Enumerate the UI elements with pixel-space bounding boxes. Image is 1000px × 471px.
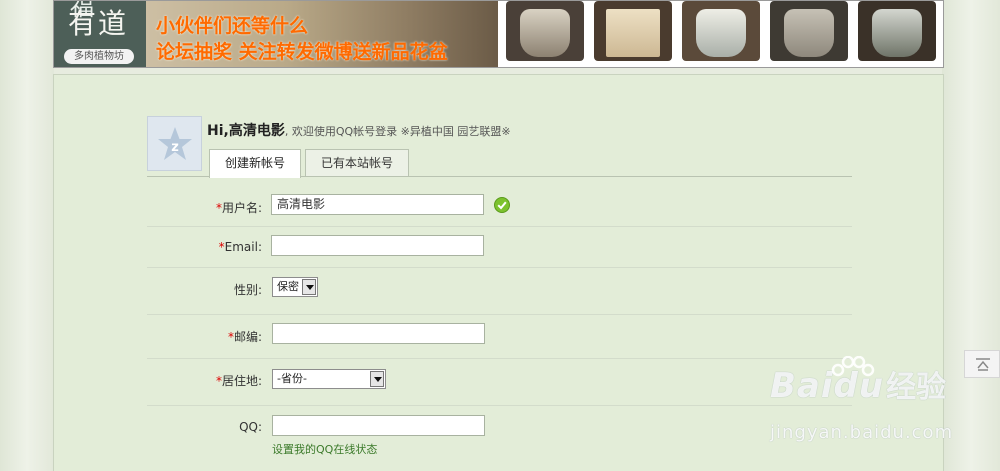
- greeting-message: , 欢迎使用QQ帐号登录 ※异植中国 园艺联盟※: [284, 125, 511, 138]
- promo-line-1: 小伙伴们还等什么: [156, 15, 309, 37]
- gender-select[interactable]: 保密: [272, 277, 318, 297]
- page-background-left: [0, 0, 54, 471]
- qq-register-panel: z Hi,高清电影, 欢迎使用QQ帐号登录 ※异植中国 园艺联盟※ 创建新帐号 …: [53, 74, 944, 471]
- gender-label: 性别:: [233, 283, 262, 297]
- watermark-brand: Bai: [770, 366, 834, 406]
- chevron-down-icon[interactable]: [302, 279, 316, 295]
- pot-image-4[interactable]: [770, 1, 848, 61]
- svg-text:z: z: [171, 140, 179, 155]
- pot-image-5[interactable]: [858, 1, 936, 61]
- chevron-down-icon[interactable]: [370, 371, 384, 387]
- page-background-right: [942, 0, 1000, 471]
- row-divider: [147, 405, 852, 406]
- promo-line-2: 论坛抽奖 关注转发微博送新品花盆: [156, 41, 448, 63]
- pot-image-1[interactable]: [506, 1, 584, 61]
- username-field[interactable]: 高清电影: [271, 194, 484, 215]
- promo-banner[interactable]: 小伙伴们还等什么 论坛抽奖 关注转发微博送新品花盆: [146, 1, 498, 67]
- watermark-url: jingyan.baidu.com: [770, 422, 954, 443]
- logo-subtitle: 多肉植物坊: [64, 49, 134, 64]
- pot-image-3[interactable]: [682, 1, 760, 61]
- site-banner[interactable]: 福 有道 多肉植物坊 小伙伴们还等什么 论坛抽奖 关注转发微博送新品花盆: [53, 0, 944, 68]
- row-divider: [147, 226, 852, 227]
- row-divider: [147, 314, 852, 315]
- back-to-top-icon: [976, 358, 990, 371]
- province-select[interactable]: -省份-: [272, 369, 386, 389]
- qq-label: QQ:: [239, 420, 262, 434]
- site-logo[interactable]: 福 有道 多肉植物坊: [54, 1, 146, 67]
- baidu-jingyan-watermark: Baidu经验 jingyan.baidu.com: [770, 356, 952, 443]
- postcode-field[interactable]: [272, 323, 485, 344]
- logo-title: 有道: [68, 7, 129, 40]
- qq-avatar: z: [147, 116, 202, 171]
- baidu-paw-icon: [831, 356, 875, 377]
- tab-existing-account[interactable]: 已有本站帐号: [305, 149, 409, 177]
- check-circle-icon: [494, 197, 510, 213]
- watermark-cn: 经验: [886, 370, 947, 405]
- pot-image-2[interactable]: [594, 1, 672, 61]
- postcode-label: *邮编:: [227, 330, 262, 344]
- residence-label: *居住地:: [215, 374, 262, 388]
- greeting: Hi,高清电影, 欢迎使用QQ帐号登录 ※异植中国 园艺联盟※: [207, 120, 511, 140]
- row-divider: [147, 267, 852, 268]
- qq-star-icon: z: [158, 127, 192, 160]
- username-label: *用户名:: [215, 201, 262, 215]
- gender-selected-value: 保密: [277, 280, 299, 293]
- row-divider: [147, 358, 852, 359]
- greeting-username: Hi,高清电影: [207, 123, 285, 139]
- tab-create-account[interactable]: 创建新帐号: [209, 149, 301, 178]
- back-to-top-button[interactable]: [964, 350, 1000, 378]
- set-qq-status-link[interactable]: 设置我的QQ在线状态: [272, 441, 377, 457]
- qq-field[interactable]: [272, 415, 485, 436]
- province-selected-value: -省份-: [277, 372, 307, 385]
- email-label: *Email:: [218, 240, 262, 254]
- email-field[interactable]: [271, 235, 484, 256]
